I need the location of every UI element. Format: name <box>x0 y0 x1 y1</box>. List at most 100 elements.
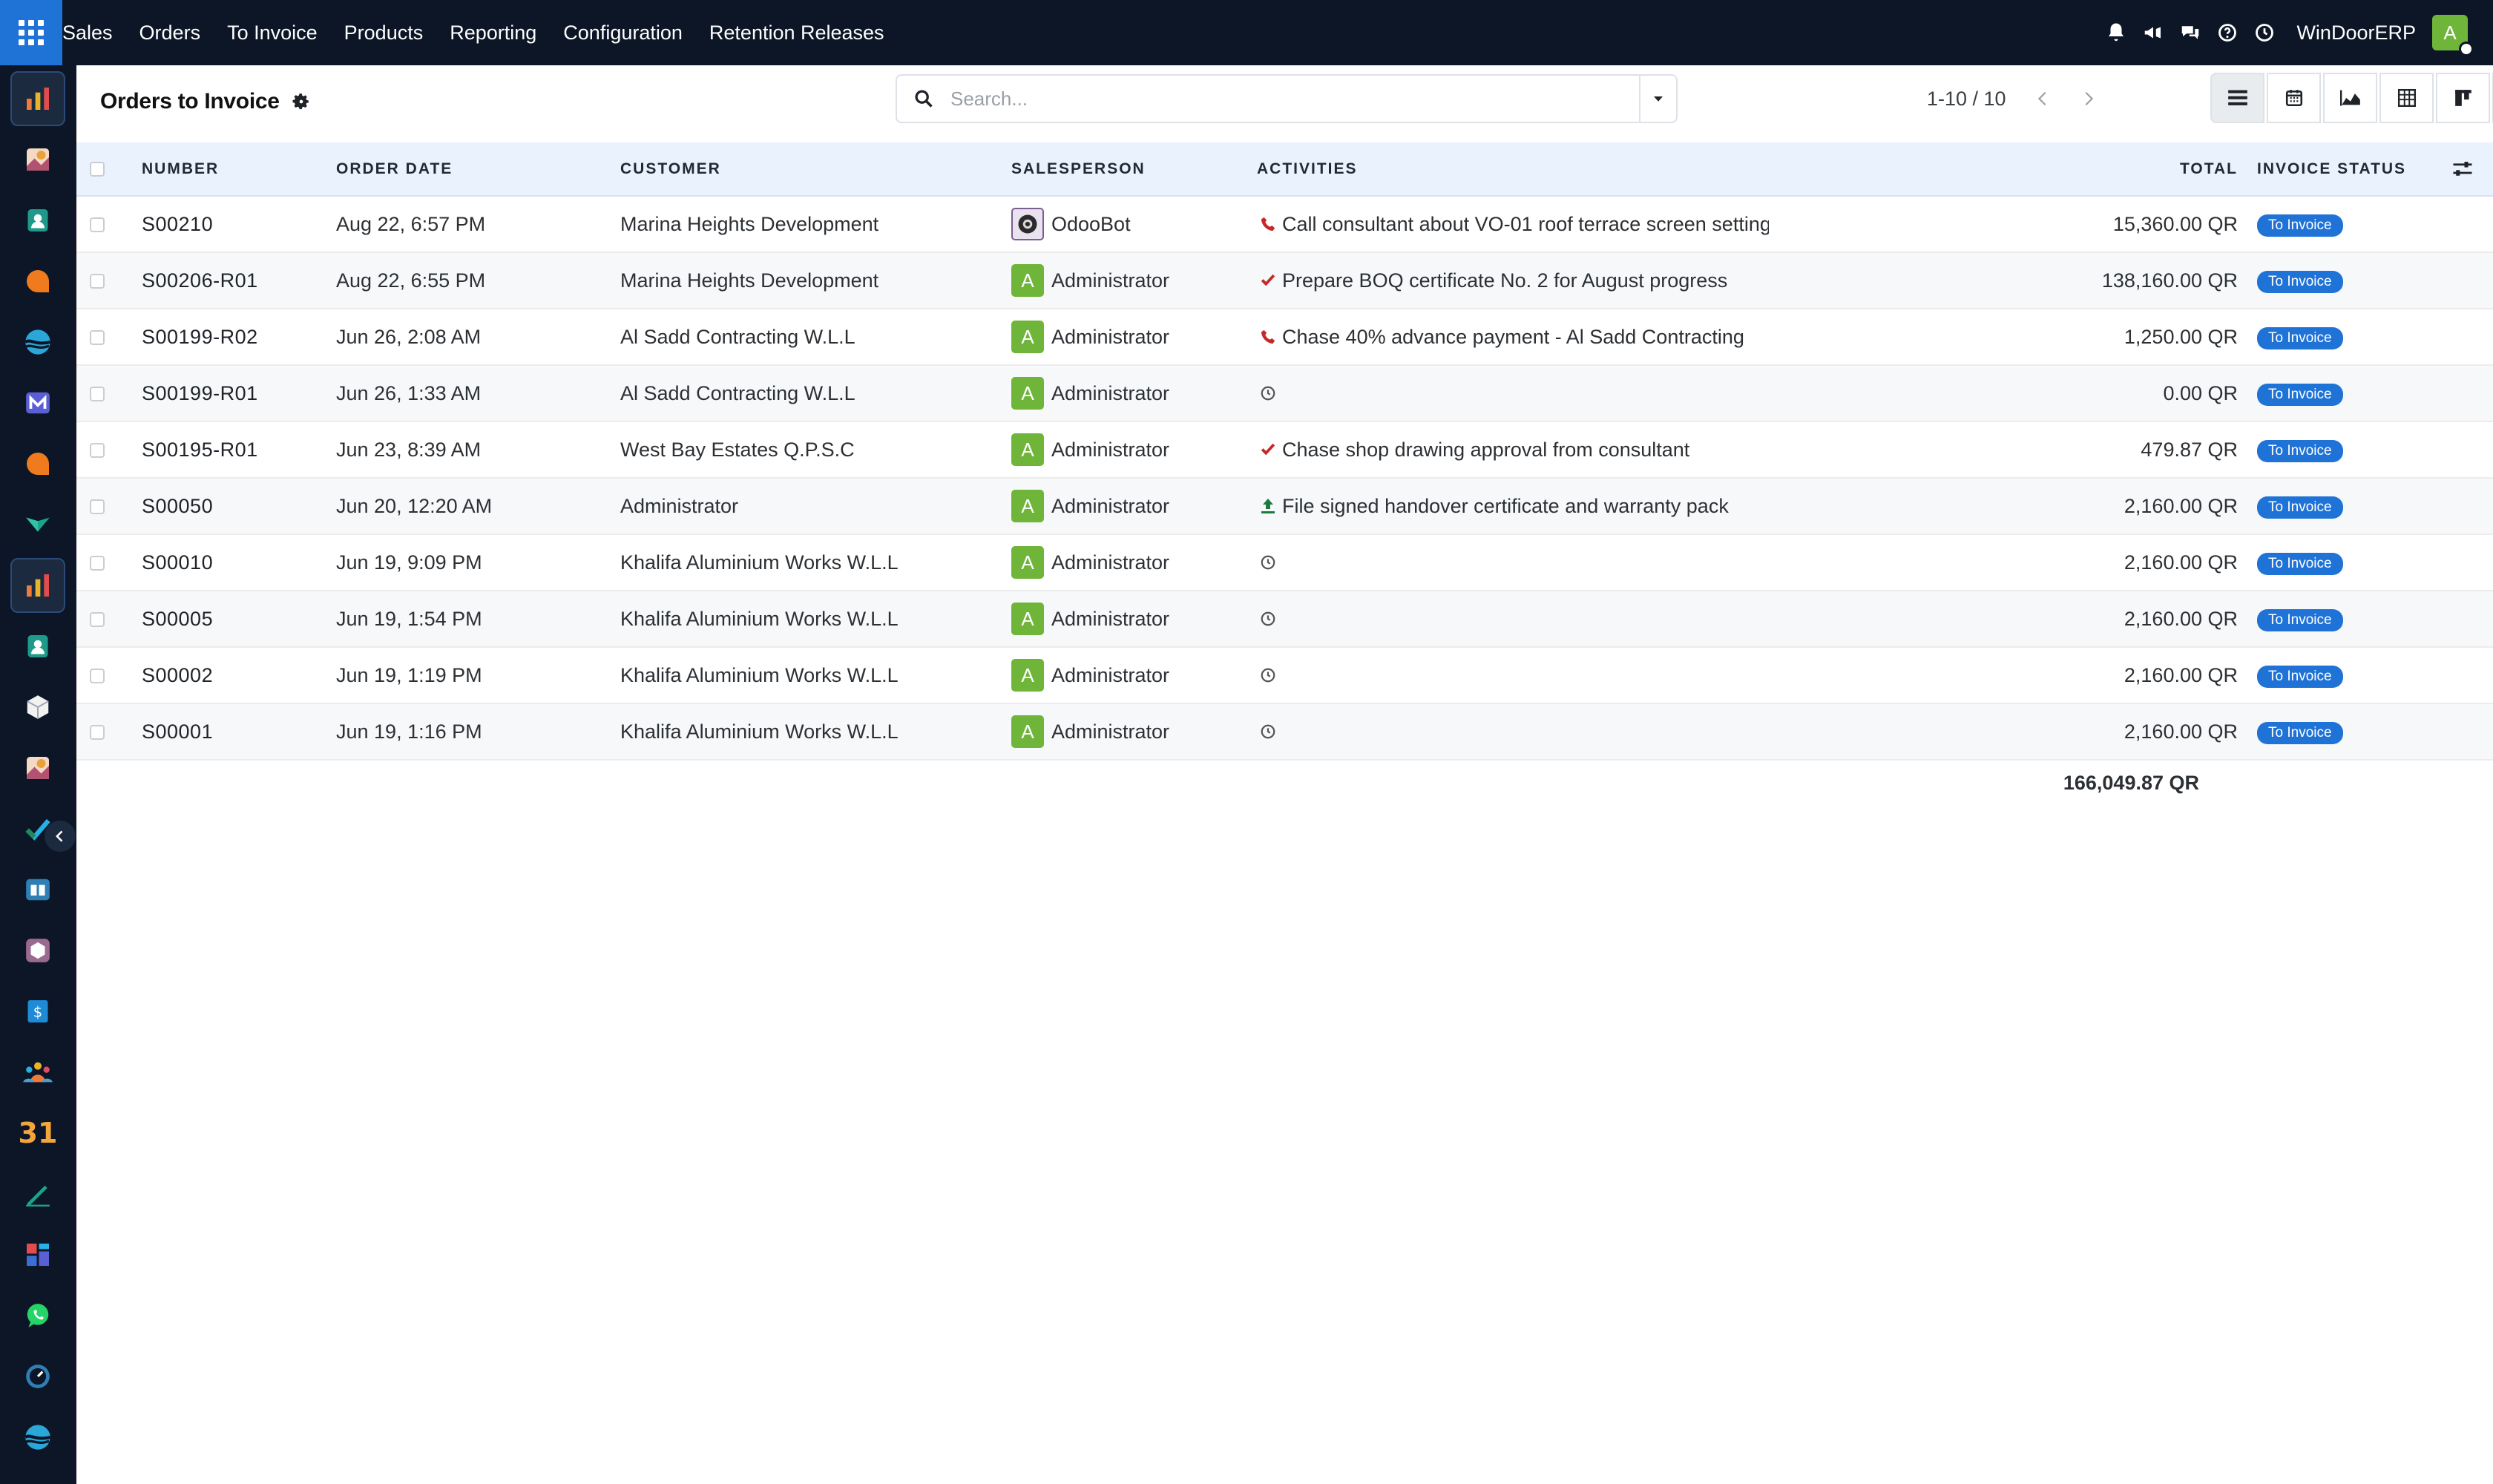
row-select-cell[interactable] <box>76 647 142 703</box>
salesperson-cell[interactable]: A Administrator <box>1011 309 1257 365</box>
table-row[interactable]: S00195-R01 Jun 23, 8:39 AM West Bay Estate… <box>76 421 2493 478</box>
table-row[interactable]: S00001 Jun 19, 1:16 PM Khalifa Aluminium W… <box>76 703 2493 760</box>
sales-app-icon[interactable] <box>10 71 65 126</box>
menu-orders[interactable]: Orders <box>126 0 214 65</box>
order-date[interactable]: Jun 19, 1:19 PM <box>336 647 620 703</box>
order-number[interactable]: S00210 <box>142 196 336 252</box>
order-number[interactable]: S00010 <box>142 534 336 591</box>
knowledge-app-icon[interactable] <box>10 862 65 917</box>
order-total[interactable]: 15,360.00 QR <box>1769 196 2257 252</box>
discuss-app-icon-2[interactable] <box>10 436 65 491</box>
order-date[interactable]: Jun 26, 1:33 AM <box>336 365 620 421</box>
invoice-status-cell[interactable]: To Invoice <box>2257 534 2493 591</box>
row-checkbox[interactable] <box>90 443 105 459</box>
row-select-cell[interactable] <box>76 478 142 534</box>
salesperson-cell[interactable]: A Administrator <box>1011 647 1257 703</box>
activity-cell[interactable]: File signed handover certificate and war… <box>1257 478 1769 534</box>
list-view-button[interactable] <box>2210 73 2264 123</box>
activity-cell[interactable] <box>1257 365 1769 421</box>
dashboard-app-icon[interactable] <box>10 1227 65 1282</box>
customer-name[interactable]: Khalifa Aluminium Works W.L.L <box>620 703 1011 760</box>
menu-to-invoice[interactable]: To Invoice <box>214 0 331 65</box>
invoice-status-cell[interactable]: To Invoice <box>2257 647 2493 703</box>
salesperson-cell[interactable]: A Administrator <box>1011 252 1257 309</box>
activity-cell[interactable] <box>1257 703 1769 760</box>
graph-view-button[interactable] <box>2323 73 2377 123</box>
search-icon[interactable] <box>897 76 950 122</box>
order-total[interactable]: 2,160.00 QR <box>1769 703 2257 760</box>
odoo-app-icon[interactable] <box>10 315 65 370</box>
customer-name[interactable]: Khalifa Aluminium Works W.L.L <box>620 591 1011 647</box>
art-app-icon[interactable] <box>10 132 65 187</box>
customer-name[interactable]: Al Sadd Contracting W.L.L <box>620 309 1011 365</box>
menu-configuration[interactable]: Configuration <box>550 0 696 65</box>
order-date[interactable]: Jun 19, 1:16 PM <box>336 703 620 760</box>
discuss-app-icon[interactable] <box>10 254 65 309</box>
invoice-status-cell[interactable]: To Invoice <box>2257 703 2493 760</box>
upload-icon[interactable] <box>1257 495 1279 517</box>
clock-icon[interactable] <box>1257 551 1279 574</box>
activity-cell[interactable] <box>1257 591 1769 647</box>
salesperson-cell[interactable]: OdooBot <box>1011 196 1257 252</box>
pager-previous-button[interactable] <box>2020 74 2066 123</box>
customer-name[interactable]: West Bay Estates Q.P.S.C <box>620 421 1011 478</box>
product-app-icon[interactable] <box>10 923 65 978</box>
row-select-cell[interactable] <box>76 534 142 591</box>
customer-name[interactable]: Administrator <box>620 478 1011 534</box>
clock-icon[interactable] <box>1257 608 1279 630</box>
activity-cell[interactable]: Chase 40% advance payment - Al Sadd Cont… <box>1257 309 1769 365</box>
clock-icon[interactable] <box>1257 382 1279 404</box>
elearning-app-icon[interactable] <box>10 497 65 552</box>
invoice-status-cell[interactable]: To Invoice <box>2257 591 2493 647</box>
customer-name[interactable]: Khalifa Aluminium Works W.L.L <box>620 534 1011 591</box>
contacts-app-icon[interactable] <box>10 193 65 248</box>
clock-icon[interactable] <box>1257 664 1279 686</box>
row-select-cell[interactable] <box>76 703 142 760</box>
row-checkbox[interactable] <box>90 217 105 233</box>
invoice-status-cell[interactable]: To Invoice <box>2257 421 2493 478</box>
clock-icon[interactable] <box>1257 720 1279 743</box>
row-checkbox[interactable] <box>90 274 105 289</box>
menu-brand-sales[interactable]: Sales <box>62 0 126 65</box>
row-checkbox[interactable] <box>90 669 105 684</box>
contacts-app-icon-2[interactable] <box>10 619 65 674</box>
order-date[interactable]: Jun 19, 9:09 PM <box>336 534 620 591</box>
salesperson-cell[interactable]: A Administrator <box>1011 591 1257 647</box>
header-activities[interactable]: ACTIVITIES <box>1257 142 1769 197</box>
order-number[interactable]: S00002 <box>142 647 336 703</box>
search-input[interactable] <box>950 76 1639 121</box>
activity-cell[interactable] <box>1257 534 1769 591</box>
megaphone-icon[interactable] <box>2135 0 2172 65</box>
pager-next-button[interactable] <box>2066 74 2112 123</box>
pivot-view-button[interactable] <box>2379 73 2434 123</box>
search-options-toggle[interactable] <box>1639 76 1676 122</box>
activity-cell[interactable] <box>1257 647 1769 703</box>
check-icon[interactable] <box>1257 269 1279 292</box>
activity-cell[interactable]: Prepare BOQ certificate No. 2 for August… <box>1257 252 1769 309</box>
calendar-app-icon[interactable]: 31 <box>10 1106 65 1160</box>
header-order-date[interactable]: ORDER DATE <box>336 142 620 197</box>
gear-icon[interactable] <box>290 91 312 113</box>
table-row[interactable]: S00002 Jun 19, 1:19 PM Khalifa Aluminium W… <box>76 647 2493 703</box>
invoicing-app-icon[interactable]: $ <box>10 984 65 1039</box>
order-date[interactable]: Aug 22, 6:55 PM <box>336 252 620 309</box>
order-total[interactable]: 138,160.00 QR <box>1769 252 2257 309</box>
order-number[interactable]: S00050 <box>142 478 336 534</box>
customer-name[interactable]: Marina Heights Development <box>620 252 1011 309</box>
order-number[interactable]: S00199-R02 <box>142 309 336 365</box>
row-checkbox[interactable] <box>90 612 105 628</box>
art-app-icon-2[interactable] <box>10 741 65 795</box>
menu-products[interactable]: Products <box>331 0 437 65</box>
select-all-checkbox[interactable] <box>90 161 105 177</box>
order-total[interactable]: 2,160.00 QR <box>1769 478 2257 534</box>
order-number[interactable]: S00206-R01 <box>142 252 336 309</box>
company-name[interactable]: WinDoorERP <box>2296 22 2416 45</box>
order-number[interactable]: S00199-R01 <box>142 365 336 421</box>
row-select-cell[interactable] <box>76 309 142 365</box>
header-invoice-status[interactable]: INVOICE STATUS <box>2257 160 2406 178</box>
salesperson-cell[interactable]: A Administrator <box>1011 365 1257 421</box>
salesperson-cell[interactable]: A Administrator <box>1011 534 1257 591</box>
order-date[interactable]: Jun 19, 1:54 PM <box>336 591 620 647</box>
activity-cell[interactable]: Chase shop drawing approval from consult… <box>1257 421 1769 478</box>
clock-icon[interactable] <box>2246 0 2283 65</box>
